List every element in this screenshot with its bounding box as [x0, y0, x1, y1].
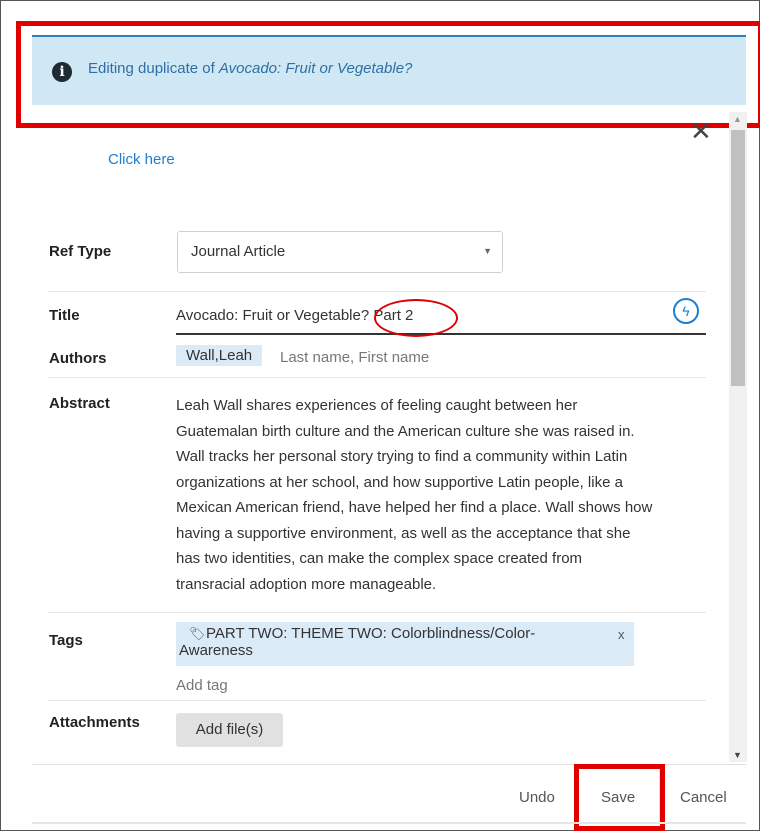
tag-icon: 🏷 — [189, 626, 206, 641]
close-icon[interactable]: ✕ — [690, 118, 712, 144]
remove-tag-button[interactable]: x — [618, 627, 625, 642]
part2-highlight-circle — [374, 299, 458, 337]
save-highlight-box — [574, 764, 665, 831]
abstract-line: Mexican American friend, have helped her… — [176, 499, 653, 516]
title-underline — [176, 333, 706, 335]
cancel-button[interactable]: Cancel — [680, 789, 727, 806]
ref-type-value: Journal Article — [191, 243, 286, 260]
bottom-divider — [32, 822, 746, 824]
tag-text-line: PART TWO: THEME TWO: Colorblindness/Colo… — [206, 625, 536, 642]
lightning-bolt-icon[interactable]: ϟ — [673, 298, 699, 324]
ref-type-select[interactable]: Journal Article ▼ — [177, 231, 503, 273]
tag-text: PART TWO: THEME TWO: Colorblindness/Colo… — [179, 625, 596, 659]
undo-button[interactable]: Undo — [519, 789, 555, 806]
abstract-line: Leah Wall shares experiences of feeling … — [176, 397, 578, 414]
banner-highlight-box — [16, 21, 760, 128]
abstract-label: Abstract — [49, 395, 110, 412]
ref-type-label: Ref Type — [49, 243, 112, 260]
abstract-line: transracial adoption more manageable. — [176, 575, 437, 593]
divider — [48, 377, 706, 378]
abstract-line: has two identities, can make the complex… — [176, 550, 583, 567]
tag-text-line: Awareness — [179, 642, 253, 659]
divider — [48, 612, 706, 613]
tag-chip[interactable]: 🏷 PART TWO: THEME TWO: Colorblindness/Co… — [176, 622, 634, 666]
abstract-line: organizations at her school, and how sup… — [176, 473, 623, 491]
author-input[interactable]: Last name, First name — [280, 349, 429, 366]
abstract-text[interactable]: Leah Wall shares experiences of feeling … — [176, 393, 706, 597]
title-label: Title — [49, 307, 80, 324]
scrollbar[interactable]: ▲ ▼ — [729, 112, 747, 762]
authors-label: Authors — [49, 350, 107, 367]
author-chip[interactable]: Wall,Leah — [176, 345, 263, 366]
scroll-thumb[interactable] — [731, 130, 745, 386]
add-files-button[interactable]: Add file(s) — [176, 713, 283, 747]
click-here-link[interactable]: Click here — [108, 151, 175, 168]
abstract-line: Guatemalan birth culture and the America… — [176, 422, 635, 440]
attachments-label: Attachments — [49, 714, 140, 731]
abstract-line: having a supportive environment, as well… — [176, 524, 631, 542]
scroll-up-icon[interactable]: ▲ — [733, 114, 742, 124]
abstract-line: Wall tracks her personal story trying to… — [176, 448, 628, 465]
tags-label: Tags — [49, 632, 83, 649]
scroll-down-icon[interactable]: ▼ — [733, 750, 742, 760]
add-tag-input[interactable]: Add tag — [176, 677, 228, 694]
divider — [48, 700, 706, 701]
chevron-down-icon: ▼ — [483, 246, 492, 256]
divider — [48, 291, 706, 292]
